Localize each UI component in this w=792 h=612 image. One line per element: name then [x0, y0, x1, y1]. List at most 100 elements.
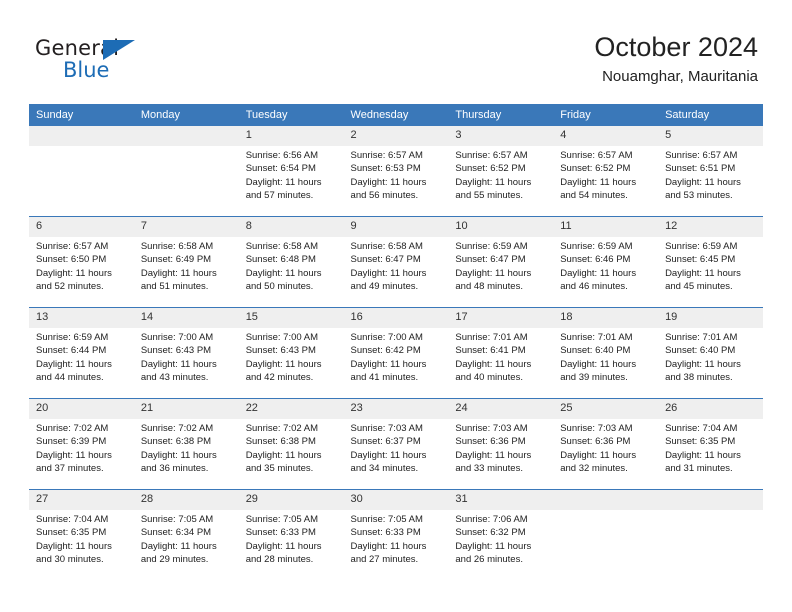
day-number: 31: [448, 490, 554, 510]
day-number: 7: [133, 217, 239, 237]
day-cell[interactable]: 31 Sunrise: 7:06 AM Sunset: 6:32 PM Dayl…: [448, 489, 554, 580]
daylight-line1: Daylight: 11 hours: [245, 358, 322, 370]
day-details: Sunrise: 6:59 AM Sunset: 6:44 PM Dayligh…: [29, 328, 134, 384]
sunrise-text: Sunrise: 7:03 AM: [350, 423, 423, 434]
day-cell[interactable]: 16 Sunrise: 7:00 AM Sunset: 6:42 PM Dayl…: [343, 307, 449, 399]
sunset-text: Sunset: 6:52 PM: [455, 163, 526, 175]
day-details: Sunrise: 6:59 AM Sunset: 6:47 PM Dayligh…: [448, 237, 553, 293]
sunset-text: Sunset: 6:40 PM: [665, 345, 736, 357]
daylight-line2: and 34 minutes.: [350, 462, 419, 474]
weekday-header-thursday: Thursday: [448, 104, 554, 126]
day-details: Sunrise: 7:00 AM Sunset: 6:43 PM Dayligh…: [134, 328, 239, 384]
day-cell[interactable]: 23 Sunrise: 7:03 AM Sunset: 6:37 PM Dayl…: [343, 398, 449, 490]
daylight-line1: Daylight: 11 hours: [455, 540, 532, 552]
day-cell[interactable]: 13 Sunrise: 6:59 AM Sunset: 6:44 PM Dayl…: [29, 307, 134, 399]
daylight-line1: Daylight: 11 hours: [455, 267, 532, 279]
daylight-line2: and 28 minutes.: [245, 553, 314, 565]
day-details: Sunrise: 7:05 AM Sunset: 6:33 PM Dayligh…: [344, 510, 449, 566]
sunrise-text: Sunrise: 6:59 AM: [560, 241, 633, 252]
sunrise-text: Sunrise: 6:58 AM: [350, 241, 423, 252]
day-details: Sunrise: 7:02 AM Sunset: 6:38 PM Dayligh…: [239, 419, 344, 475]
daylight-line2: and 49 minutes.: [350, 280, 419, 292]
sunrise-text: Sunrise: 7:00 AM: [350, 332, 423, 343]
daylight-line1: Daylight: 11 hours: [140, 358, 217, 370]
daylight-line2: and 45 minutes.: [665, 280, 733, 292]
day-number: 8: [238, 217, 344, 237]
sunrise-text: Sunrise: 6:57 AM: [665, 150, 738, 161]
sunset-text: Sunset: 6:54 PM: [245, 163, 316, 175]
day-cell[interactable]: 29 Sunrise: 7:05 AM Sunset: 6:33 PM Dayl…: [238, 489, 344, 580]
day-cell[interactable]: 14 Sunrise: 7:00 AM Sunset: 6:43 PM Dayl…: [133, 307, 239, 399]
daylight-line1: Daylight: 11 hours: [36, 358, 112, 370]
daylight-line1: Daylight: 11 hours: [350, 176, 427, 188]
day-cell[interactable]: 27 Sunrise: 7:04 AM Sunset: 6:35 PM Dayl…: [29, 489, 134, 580]
day-cell[interactable]: 17 Sunrise: 7:01 AM Sunset: 6:41 PM Dayl…: [448, 307, 554, 399]
daylight-line2: and 30 minutes.: [36, 553, 104, 565]
day-cell[interactable]: 26 Sunrise: 7:04 AM Sunset: 6:35 PM Dayl…: [658, 398, 763, 490]
day-number: 6: [29, 217, 134, 237]
day-number: 13: [29, 308, 134, 328]
day-cell[interactable]: 1 Sunrise: 6:56 AM Sunset: 6:54 PM Dayli…: [238, 126, 344, 217]
day-cell[interactable]: 18 Sunrise: 7:01 AM Sunset: 6:40 PM Dayl…: [553, 307, 659, 399]
day-details: Sunrise: 7:01 AM Sunset: 6:41 PM Dayligh…: [448, 328, 553, 384]
day-cell[interactable]: 8 Sunrise: 6:58 AM Sunset: 6:48 PM Dayli…: [238, 216, 344, 308]
day-cell[interactable]: 10 Sunrise: 6:59 AM Sunset: 6:47 PM Dayl…: [448, 216, 554, 308]
daylight-line2: and 54 minutes.: [560, 189, 628, 201]
day-cell[interactable]: 11 Sunrise: 6:59 AM Sunset: 6:46 PM Dayl…: [553, 216, 659, 308]
day-number: 25: [553, 399, 659, 419]
daylight-line1: Daylight: 11 hours: [455, 358, 532, 370]
daylight-line2: and 41 minutes.: [350, 371, 419, 383]
calendar-week-row: 13 Sunrise: 6:59 AM Sunset: 6:44 PM Dayl…: [29, 307, 763, 399]
sunrise-text: Sunrise: 6:58 AM: [140, 241, 214, 252]
day-cell[interactable]: 30 Sunrise: 7:05 AM Sunset: 6:33 PM Dayl…: [343, 489, 449, 580]
day-number: 29: [238, 490, 344, 510]
day-cell[interactable]: 2 Sunrise: 6:57 AM Sunset: 6:53 PM Dayli…: [343, 126, 449, 217]
daylight-line2: and 55 minutes.: [455, 189, 523, 201]
day-cell[interactable]: 20 Sunrise: 7:02 AM Sunset: 6:39 PM Dayl…: [29, 398, 134, 490]
day-details: Sunrise: 6:57 AM Sunset: 6:52 PM Dayligh…: [553, 146, 658, 202]
day-cell[interactable]: 7 Sunrise: 6:58 AM Sunset: 6:49 PM Dayli…: [133, 216, 239, 308]
day-number: 3: [448, 126, 554, 146]
sunset-text: Sunset: 6:33 PM: [245, 527, 316, 539]
day-cell[interactable]: 22 Sunrise: 7:02 AM Sunset: 6:38 PM Dayl…: [238, 398, 344, 490]
sunset-text: Sunset: 6:49 PM: [140, 254, 212, 266]
daylight-line2: and 42 minutes.: [245, 371, 314, 383]
day-details: Sunrise: 7:02 AM Sunset: 6:39 PM Dayligh…: [29, 419, 134, 475]
day-cell[interactable]: 12 Sunrise: 6:59 AM Sunset: 6:45 PM Dayl…: [658, 216, 763, 308]
daylight-line1: Daylight: 11 hours: [140, 449, 217, 461]
day-cell[interactable]: 4 Sunrise: 6:57 AM Sunset: 6:52 PM Dayli…: [553, 126, 659, 217]
day-cell[interactable]: 25 Sunrise: 7:03 AM Sunset: 6:36 PM Dayl…: [553, 398, 659, 490]
day-details: Sunrise: 7:03 AM Sunset: 6:36 PM Dayligh…: [553, 419, 658, 475]
day-cell[interactable]: 6 Sunrise: 6:57 AM Sunset: 6:50 PM Dayli…: [29, 216, 134, 308]
day-cell[interactable]: 28 Sunrise: 7:05 AM Sunset: 6:34 PM Dayl…: [133, 489, 239, 580]
sunset-text: Sunset: 6:47 PM: [350, 254, 421, 266]
day-details: Sunrise: 6:58 AM Sunset: 6:48 PM Dayligh…: [239, 237, 344, 293]
day-cell[interactable]: 19 Sunrise: 7:01 AM Sunset: 6:40 PM Dayl…: [658, 307, 763, 399]
calendar-page: General Blue October 2024 Nouamghar, Mau…: [0, 0, 792, 612]
day-cell[interactable]: 5 Sunrise: 6:57 AM Sunset: 6:51 PM Dayli…: [658, 126, 763, 217]
day-details: Sunrise: 7:05 AM Sunset: 6:33 PM Dayligh…: [239, 510, 344, 566]
day-cell[interactable]: 21 Sunrise: 7:02 AM Sunset: 6:38 PM Dayl…: [133, 398, 239, 490]
sunset-text: Sunset: 6:53 PM: [350, 163, 421, 175]
day-cell[interactable]: 9 Sunrise: 6:58 AM Sunset: 6:47 PM Dayli…: [343, 216, 449, 308]
daylight-line2: and 57 minutes.: [245, 189, 314, 201]
daylight-line2: and 35 minutes.: [245, 462, 314, 474]
sunrise-text: Sunrise: 7:05 AM: [245, 514, 319, 525]
daylight-line2: and 26 minutes.: [455, 553, 523, 565]
daylight-line2: and 53 minutes.: [665, 189, 733, 201]
sunset-text: Sunset: 6:36 PM: [455, 436, 526, 448]
daylight-line2: and 51 minutes.: [140, 280, 209, 292]
daylight-line2: and 40 minutes.: [455, 371, 523, 383]
day-number: 20: [29, 399, 134, 419]
day-details: Sunrise: 7:03 AM Sunset: 6:37 PM Dayligh…: [344, 419, 449, 475]
sunset-text: Sunset: 6:40 PM: [560, 345, 631, 357]
day-cell[interactable]: 3 Sunrise: 6:57 AM Sunset: 6:52 PM Dayli…: [448, 126, 554, 217]
day-number: 4: [553, 126, 659, 146]
daylight-line2: and 27 minutes.: [350, 553, 419, 565]
sunrise-text: Sunrise: 7:00 AM: [245, 332, 319, 343]
day-cell[interactable]: 24 Sunrise: 7:03 AM Sunset: 6:36 PM Dayl…: [448, 398, 554, 490]
sunset-text: Sunset: 6:35 PM: [665, 436, 736, 448]
day-number: 26: [658, 399, 763, 419]
day-cell[interactable]: 15 Sunrise: 7:00 AM Sunset: 6:43 PM Dayl…: [238, 307, 344, 399]
day-details: Sunrise: 7:06 AM Sunset: 6:32 PM Dayligh…: [448, 510, 553, 566]
